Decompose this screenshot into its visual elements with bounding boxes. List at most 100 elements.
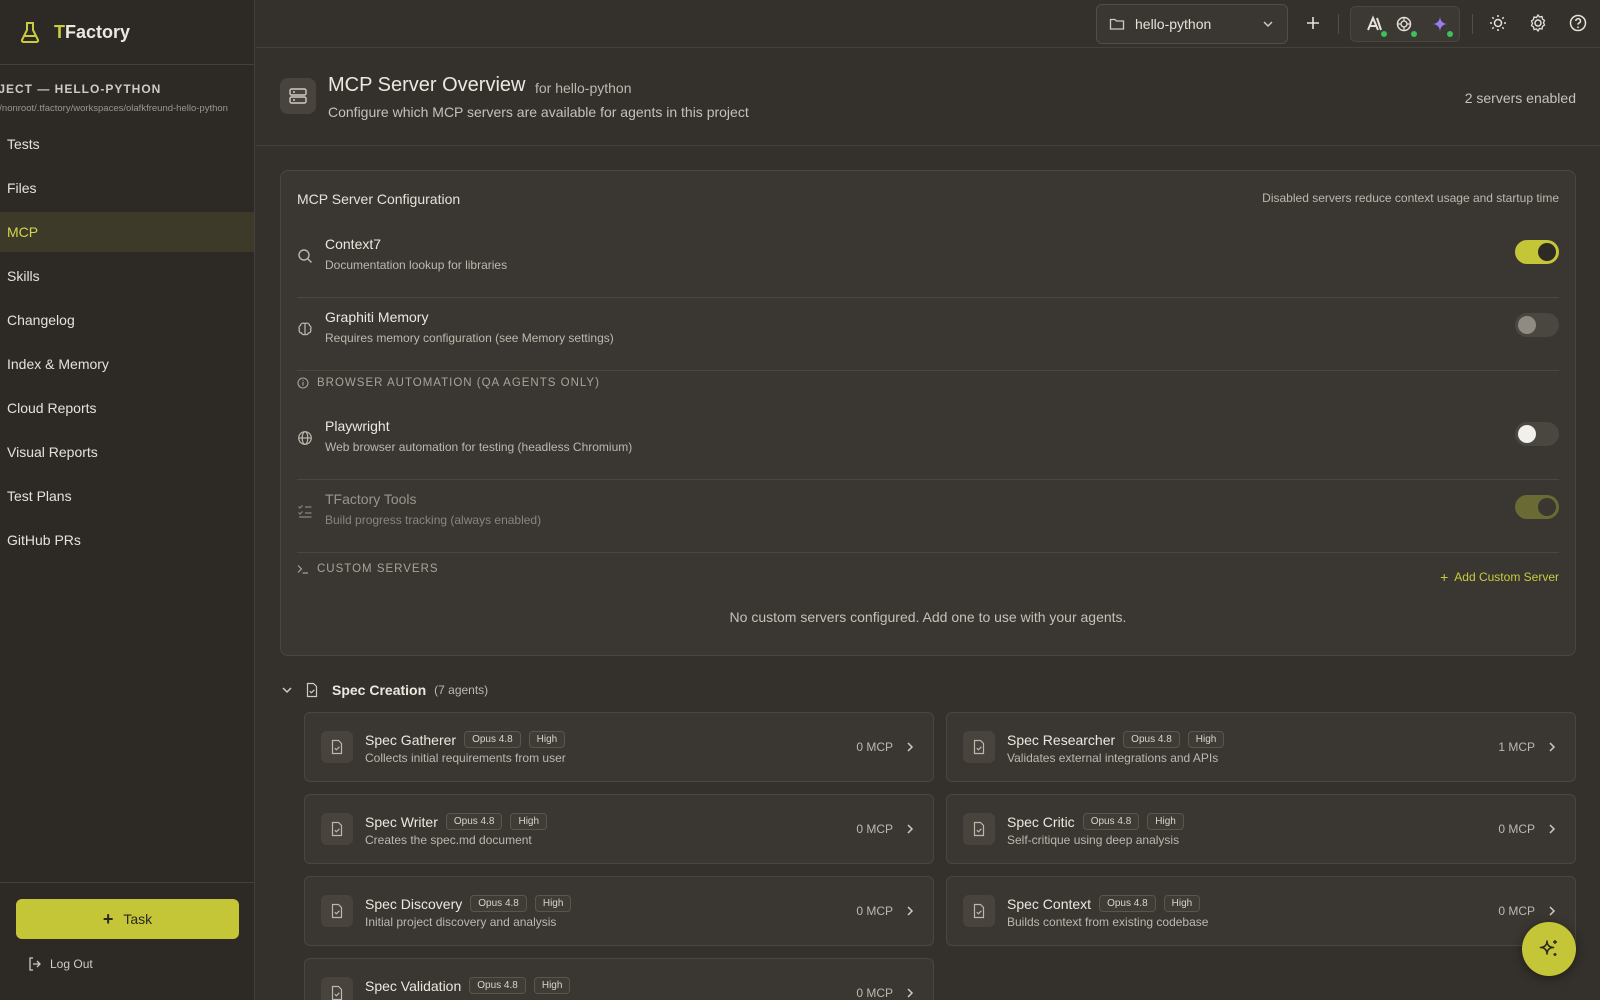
mcp-config-card: MCP Server Configuration Disabled server… bbox=[280, 170, 1576, 656]
anthropic-icon[interactable] bbox=[1365, 15, 1387, 37]
sun-icon[interactable] bbox=[1488, 13, 1508, 33]
chevron-down-icon bbox=[1263, 21, 1273, 28]
file-check-icon bbox=[321, 813, 353, 845]
model-badge: Opus 4.8 bbox=[469, 977, 526, 994]
logout-button[interactable]: Log Out bbox=[28, 957, 93, 971]
server-desc: Documentation lookup for libraries bbox=[325, 258, 508, 272]
agent-name: Spec Researcher bbox=[1007, 731, 1116, 748]
config-title: MCP Server Configuration bbox=[297, 191, 461, 207]
new-task-button[interactable]: + Task bbox=[16, 899, 239, 939]
agent-desc: Initial project discovery and analysis bbox=[365, 915, 557, 929]
search-icon bbox=[298, 249, 312, 263]
add-custom-server-button[interactable]: + Add Custom Server bbox=[1440, 569, 1559, 585]
sidebar-item-tests[interactable]: Tests bbox=[0, 124, 254, 164]
info-icon bbox=[297, 377, 309, 389]
gemini-icon[interactable] bbox=[1431, 15, 1453, 37]
project-title: OJECT — HELLO-PYTHON bbox=[0, 82, 162, 96]
ai-assistant-button[interactable] bbox=[1522, 922, 1576, 976]
custom-empty-note: No custom servers configured. Add one to… bbox=[729, 609, 1127, 625]
agent-mcp-count: 1 MCP bbox=[1498, 740, 1535, 754]
openai-icon[interactable] bbox=[1395, 15, 1417, 37]
agent-card-spec-critic[interactable]: Spec Critic Opus 4.8 High Self-critique usi… bbox=[946, 794, 1576, 864]
sidebar-item-github-prs[interactable]: GitHub PRs bbox=[0, 520, 254, 560]
chevron-right-icon bbox=[1549, 824, 1556, 834]
server-row-context7: Context7 Documentation lookup for librar… bbox=[297, 226, 1559, 298]
agent-mcp-count: 0 MCP bbox=[856, 740, 893, 754]
browser-section-label: BROWSER AUTOMATION (QA AGENTS ONLY) bbox=[297, 377, 600, 389]
sidebar-item-visual-reports[interactable]: Visual Reports bbox=[0, 432, 254, 472]
gear-icon[interactable] bbox=[1528, 13, 1548, 33]
brand-name: TFactory bbox=[54, 21, 131, 42]
agent-providers bbox=[1350, 6, 1460, 42]
agent-name: Spec Validation bbox=[365, 977, 462, 994]
agent-card-spec-writer[interactable]: Spec Writer Opus 4.8 High Creates the spec.… bbox=[304, 794, 934, 864]
agent-mcp-count: 0 MCP bbox=[1498, 822, 1535, 836]
page-header: MCP Server Overview for hello-python Con… bbox=[256, 48, 1600, 146]
playwright-toggle[interactable] bbox=[1515, 422, 1559, 446]
terminal-icon bbox=[297, 565, 308, 574]
file-check-icon bbox=[321, 977, 353, 1000]
server-desc: Web browser automation for testing (head… bbox=[325, 440, 633, 454]
model-badge: Opus 4.8 bbox=[464, 731, 521, 748]
divider bbox=[1338, 14, 1339, 34]
sidebar-item-cloud-reports[interactable]: Cloud Reports bbox=[0, 388, 254, 428]
agent-name: Spec Writer bbox=[365, 813, 438, 830]
sidebar-item-skills[interactable]: Skills bbox=[0, 256, 254, 296]
file-check-icon bbox=[321, 731, 353, 763]
server-name: Context7 bbox=[325, 236, 382, 252]
graphiti-toggle[interactable] bbox=[1515, 313, 1559, 337]
agent-name: Spec Critic bbox=[1007, 813, 1075, 830]
server-name: TFactory Tools bbox=[325, 491, 417, 507]
agent-desc: Builds context from existing codebase bbox=[1007, 915, 1209, 929]
effort-badge: High bbox=[534, 895, 572, 912]
chevron-down-icon bbox=[282, 687, 292, 694]
effort-badge: High bbox=[1187, 731, 1225, 748]
file-check-icon bbox=[963, 813, 995, 845]
server-desc: Build progress tracking (always enabled) bbox=[325, 513, 542, 527]
enabled-count: 2 servers enabled bbox=[1464, 90, 1576, 106]
page-title: MCP Server Overview bbox=[328, 74, 526, 96]
brand[interactable]: TFactory bbox=[0, 0, 254, 65]
sparkle-icon bbox=[1539, 940, 1557, 956]
model-badge: Opus 4.8 bbox=[1099, 895, 1156, 912]
agent-card-spec-context[interactable]: Spec Context Opus 4.8 High Builds context f… bbox=[946, 876, 1576, 946]
group-header-spec-creation[interactable]: Spec Creation (7 agents) bbox=[280, 680, 488, 700]
agent-card-spec-discovery[interactable]: Spec Discovery Opus 4.8 High Initial projec… bbox=[304, 876, 934, 946]
agent-mcp-count: 0 MCP bbox=[856, 986, 893, 1000]
help-icon[interactable] bbox=[1568, 13, 1588, 33]
tfactory-tools-toggle bbox=[1515, 495, 1559, 519]
page-subtitle: Configure which MCP servers are availabl… bbox=[328, 104, 749, 120]
model-badge: Opus 4.8 bbox=[470, 895, 527, 912]
project-select[interactable]: hello-python bbox=[1096, 4, 1288, 44]
divider bbox=[1472, 14, 1473, 34]
chevron-right-icon bbox=[907, 824, 914, 834]
agent-name-row: Spec Discovery Opus 4.8 High bbox=[365, 895, 572, 912]
agent-card-spec-researcher[interactable]: Spec Researcher Opus 4.8 High Validates ext… bbox=[946, 712, 1576, 782]
agent-name-row: Spec Gatherer Opus 4.8 High bbox=[365, 731, 566, 748]
chevron-right-icon bbox=[907, 988, 914, 998]
chevron-right-icon bbox=[1549, 906, 1556, 916]
sidebar-item-files[interactable]: Files bbox=[0, 168, 254, 208]
effort-badge: High bbox=[533, 977, 571, 994]
model-badge: Opus 4.8 bbox=[445, 813, 503, 830]
agent-card-spec-gatherer[interactable]: Spec Gatherer Opus 4.8 High Collects initia… bbox=[304, 712, 934, 782]
server-name: Playwright bbox=[325, 418, 390, 434]
config-note: Disabled servers reduce context usage an… bbox=[1262, 191, 1559, 205]
checklist-icon bbox=[298, 505, 312, 518]
file-check-icon bbox=[963, 895, 995, 927]
sidebar-item-mcp[interactable]: MCP bbox=[0, 212, 254, 252]
sidebar-item-changelog[interactable]: Changelog bbox=[0, 300, 254, 340]
agent-name-row: Spec Validation Opus 4.8 High bbox=[365, 977, 571, 994]
server-desc: Requires memory configuration (see Memor… bbox=[325, 331, 614, 345]
sidebar-item-index-memory[interactable]: Index & Memory bbox=[0, 344, 254, 384]
agent-mcp-count: 0 MCP bbox=[856, 822, 893, 836]
effort-badge: High bbox=[1147, 813, 1184, 830]
context7-toggle[interactable] bbox=[1515, 240, 1559, 264]
plus-icon: + bbox=[1440, 569, 1449, 585]
logout-icon bbox=[29, 957, 41, 971]
file-check-icon bbox=[321, 895, 353, 927]
sidebar-item-test-plans[interactable]: Test Plans bbox=[0, 476, 254, 516]
agent-card-spec-validation[interactable]: Spec Validation Opus 4.8 High 0 MCP bbox=[304, 958, 934, 1000]
add-project-icon[interactable] bbox=[1302, 12, 1324, 34]
agent-desc: Creates the spec.md document bbox=[365, 833, 532, 847]
